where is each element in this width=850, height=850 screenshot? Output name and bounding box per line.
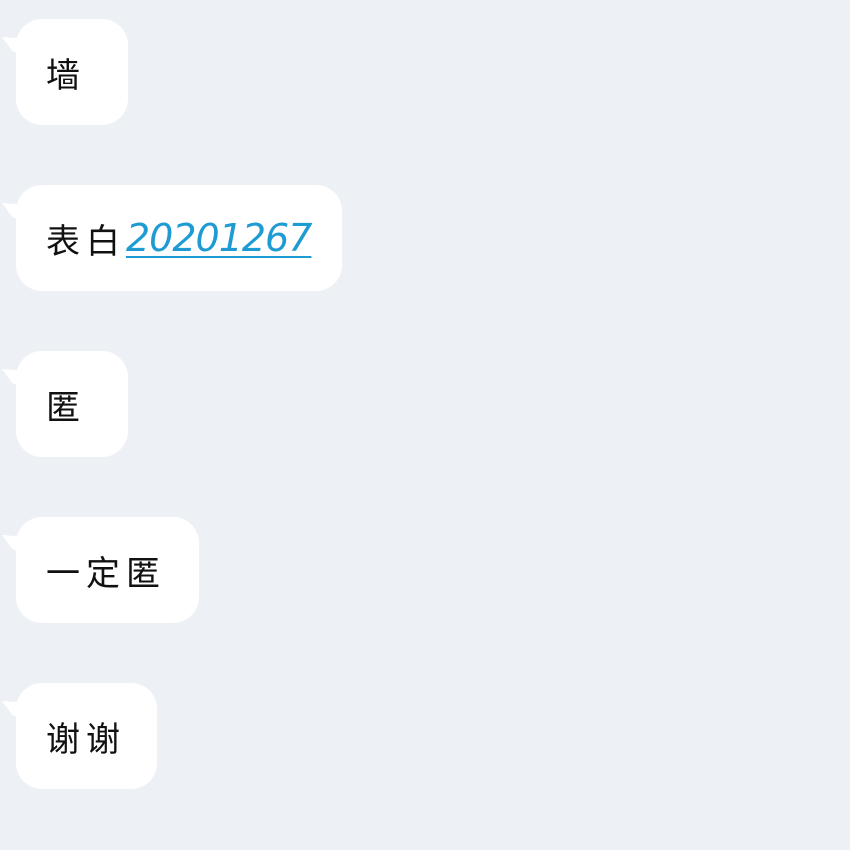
message-bubble[interactable]: 谢谢 (16, 683, 157, 789)
message-bubble[interactable]: 表白 20201267 (16, 185, 342, 291)
message-text: 表白 (46, 221, 126, 262)
message-text: 匿 (46, 387, 86, 428)
message-text: 墙 (46, 55, 86, 96)
message-bubble[interactable]: 一定匿 (16, 517, 199, 623)
message-text: 一定匿 (46, 553, 166, 594)
message-bubble[interactable]: 匿 (16, 351, 128, 457)
number-link[interactable]: 20201267 (126, 216, 312, 260)
message-text: 谢谢 (46, 719, 126, 760)
message-bubble[interactable]: 墙 (16, 19, 128, 125)
